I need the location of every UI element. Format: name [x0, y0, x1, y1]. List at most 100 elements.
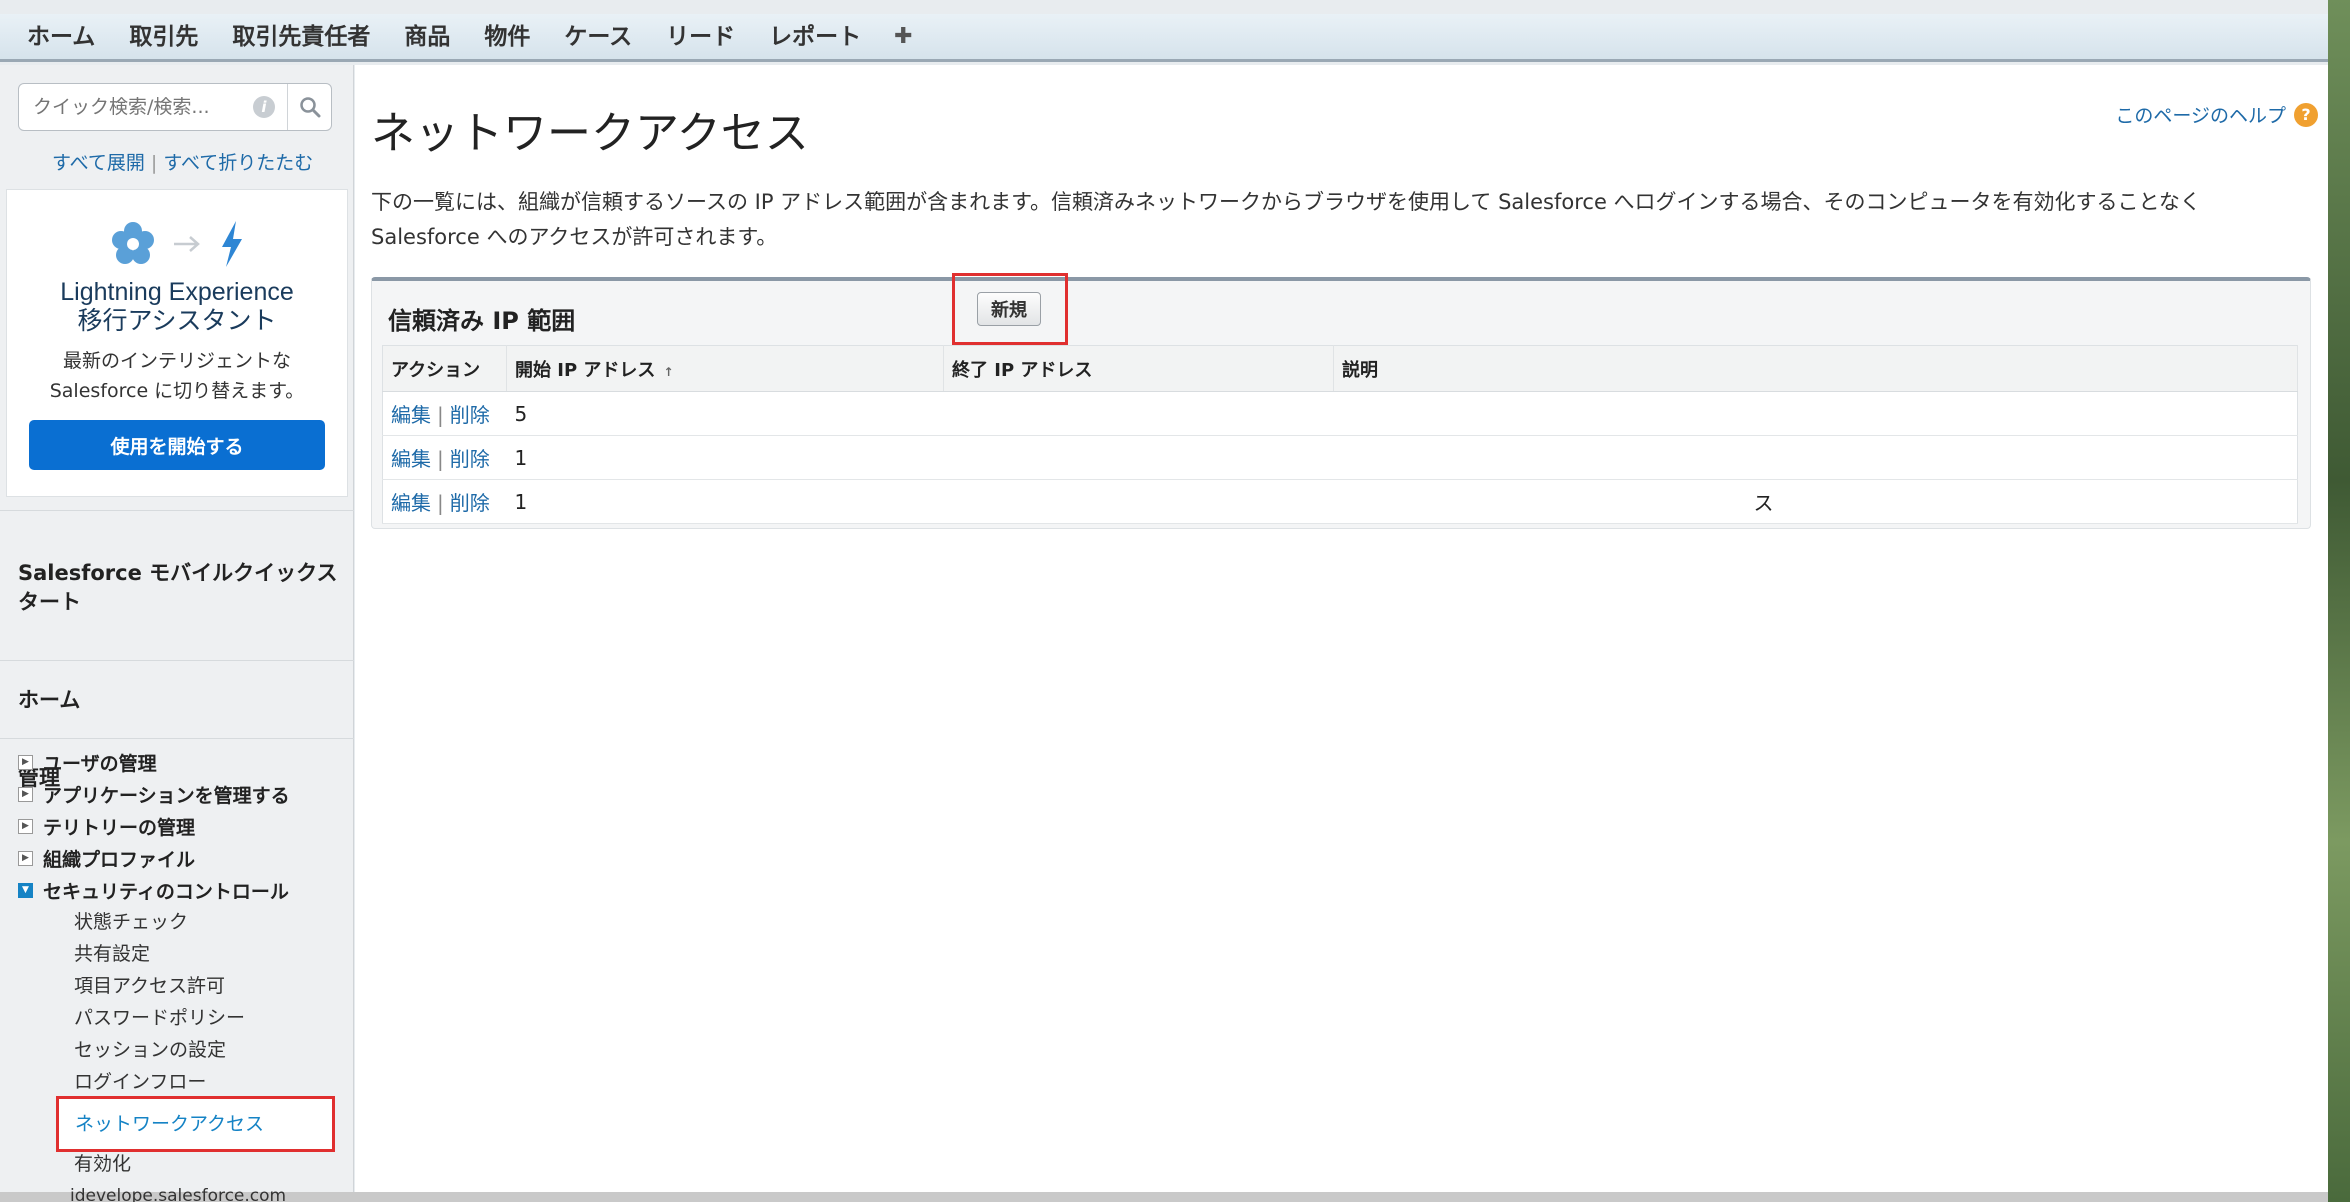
table-row: 編集 | 削除 1: [382, 435, 2298, 480]
help-link-label: このページのヘルプ: [2115, 105, 2286, 127]
page-description: 下の一覧には、組織が信頼するソースの IP アドレス範囲が含まれます。信頼済みネ…: [371, 190, 2201, 249]
table-row: 編集 | 削除 5: [382, 391, 2298, 436]
bottom-status-strip: [0, 1192, 2350, 1202]
expand-icon[interactable]: ▶: [18, 786, 33, 802]
admin-tree: ▶ ユーザの管理 ▶ アプリケーションを管理する ▶ テリトリーの管理 ▶ 組織プロファ…: [18, 746, 348, 1098]
delete-link[interactable]: 削除: [450, 491, 490, 515]
sort-ascending-icon: ↑: [663, 364, 674, 379]
trusted-ip-panel: 信頼済み IP 範囲 新規 アクション 開始 IP アドレス ↑ 終了 IP アド…: [371, 273, 2311, 529]
expand-collapse-links: すべて展開 | すべて折りたたむ: [52, 148, 313, 175]
divider: |: [437, 447, 444, 471]
lex-desc-line2: Salesforce に切り替えます。: [49, 380, 305, 402]
end-ip-cell: [943, 391, 1334, 436]
search-button[interactable]: [287, 84, 331, 130]
tab-accounts[interactable]: 取引先: [112, 13, 215, 61]
quick-search-box: i: [18, 83, 332, 131]
main-content: ネットワークアクセス このページのヘルプ ? 下の一覧には、組織が信頼するソース…: [355, 65, 2328, 1195]
sidebar-item-login-flows[interactable]: ログインフロー: [18, 1066, 348, 1098]
start-ip-cell: 5: [506, 391, 944, 436]
tab-leads[interactable]: リード: [649, 13, 752, 61]
sidebar-item-field-access[interactable]: 項目アクセス許可: [18, 970, 348, 1002]
lex-desc-line1: 最新のインテリジェントな: [62, 350, 291, 372]
help-link[interactable]: このページのヘルプ ?: [2115, 101, 2318, 128]
mobile-quickstart-link[interactable]: Salesforce モバイルクイックスタート: [0, 510, 354, 660]
tree-node-label: ユーザの管理: [43, 752, 157, 775]
add-tab-icon[interactable]: ✚: [878, 24, 928, 49]
tree-node-org-profile[interactable]: ▶ 組織プロファイル: [18, 842, 348, 874]
edit-link[interactable]: 編集: [391, 447, 431, 471]
lightning-migration-card: Lightning Experience 移行アシスタント 最新のインテリジェン…: [6, 189, 348, 497]
divider: |: [437, 403, 444, 427]
tree-node-label: アプリケーションを管理する: [43, 784, 290, 807]
collapse-icon[interactable]: ▼: [18, 882, 33, 898]
delete-link[interactable]: 削除: [450, 447, 490, 471]
description-cell: ス: [1333, 479, 2298, 524]
tab-home[interactable]: ホーム: [10, 13, 112, 61]
tree-node-security[interactable]: ▼ セキュリティのコントロール: [18, 874, 348, 906]
tree-node-label: テリトリーの管理: [43, 816, 196, 839]
divider: |: [437, 491, 444, 515]
new-button[interactable]: 新規: [977, 292, 1041, 326]
search-input[interactable]: [19, 96, 249, 118]
edit-link[interactable]: 編集: [391, 491, 431, 515]
search-icon: [299, 97, 320, 118]
expand-icon[interactable]: ▶: [18, 850, 33, 866]
delete-link[interactable]: 削除: [450, 403, 490, 427]
status-url: idevelope.salesforce.com: [70, 1186, 287, 1202]
divider: |: [150, 152, 158, 174]
sidebar-item-password-policy[interactable]: パスワードポリシー: [18, 1002, 348, 1034]
end-ip-cell: [943, 479, 1334, 524]
tab-reports[interactable]: レポート: [752, 13, 878, 61]
end-ip-cell: [943, 435, 1334, 480]
sidebar-item-activation[interactable]: 有効化: [74, 1149, 131, 1176]
collapse-all-link[interactable]: すべて折りたたむ: [163, 152, 313, 174]
sidebar: i すべて展開|すべて折りたたむ: [0, 65, 354, 1195]
table-row: 編集 | 削除 1 ス: [382, 479, 2298, 524]
sidebar-item-sharing-settings[interactable]: 共有設定: [18, 938, 348, 970]
tree-node-app-management[interactable]: ▶ アプリケーションを管理する: [18, 778, 348, 810]
start-ip-cell: 1: [506, 479, 944, 524]
tab-products[interactable]: 商品: [387, 13, 467, 61]
tree-node-territory[interactable]: ▶ テリトリーの管理: [18, 810, 348, 842]
arrow-right-icon: [174, 236, 200, 252]
lex-title: Lightning Experience 移行アシスタント: [7, 278, 347, 336]
sidebar-item-network-access[interactable]: ネットワークアクセス: [56, 1096, 335, 1152]
tree-node-user-management[interactable]: ▶ ユーザの管理: [18, 746, 348, 778]
expand-icon[interactable]: ▶: [18, 818, 33, 834]
help-icon: ?: [2294, 102, 2318, 127]
mobile-quickstart-label: Salesforce モバイルクイックスタート: [18, 561, 338, 614]
column-header-description[interactable]: 説明: [1333, 345, 2298, 392]
column-header-end-ip[interactable]: 終了 IP アドレス: [943, 345, 1334, 392]
highlight-frame: 新規: [952, 273, 1068, 345]
tab-cases[interactable]: ケース: [547, 13, 649, 61]
tab-properties[interactable]: 物件: [467, 13, 547, 61]
tab-contacts[interactable]: 取引先責任者: [215, 13, 387, 61]
table-header-row: アクション 開始 IP アドレス ↑ 終了 IP アドレス 説明: [382, 345, 2298, 392]
sidebar-item-session-settings[interactable]: セッションの設定: [18, 1034, 348, 1066]
description-cell: [1333, 391, 2298, 436]
salesforce-flower-icon: [112, 222, 154, 264]
get-started-button[interactable]: 使用を開始する: [29, 420, 325, 470]
row-actions: 編集 | 削除: [382, 479, 507, 524]
info-icon[interactable]: i: [253, 96, 275, 118]
panel-title: 信頼済み IP 範囲: [388, 307, 576, 335]
column-header-action: アクション: [382, 345, 507, 392]
page-title: ネットワークアクセス: [371, 108, 809, 159]
expand-icon[interactable]: ▶: [18, 754, 33, 770]
desktop-background-edge: [2328, 0, 2350, 1202]
start-ip-cell: 1: [506, 435, 944, 480]
column-header-start-ip[interactable]: 開始 IP アドレス ↑: [506, 345, 944, 392]
row-actions: 編集 | 削除: [382, 391, 507, 436]
edit-link[interactable]: 編集: [391, 403, 431, 427]
lex-description: 最新のインテリジェントな Salesforce に切り替えます。: [7, 346, 347, 406]
description-cell: [1333, 435, 2298, 480]
tree-node-label: 組織プロファイル: [43, 848, 196, 871]
expand-all-link[interactable]: すべて展開: [52, 152, 145, 174]
tree-node-label: セキュリティのコントロール: [43, 880, 289, 903]
lex-title-line2: 移行アシスタント: [77, 307, 277, 335]
lightning-bolt-icon: [222, 221, 242, 267]
column-header-label: 開始 IP アドレス: [515, 359, 656, 381]
sidebar-home-label: ホーム: [18, 688, 81, 712]
sidebar-item-health-check[interactable]: 状態チェック: [18, 906, 348, 938]
sidebar-home-link[interactable]: ホーム: [0, 660, 354, 738]
